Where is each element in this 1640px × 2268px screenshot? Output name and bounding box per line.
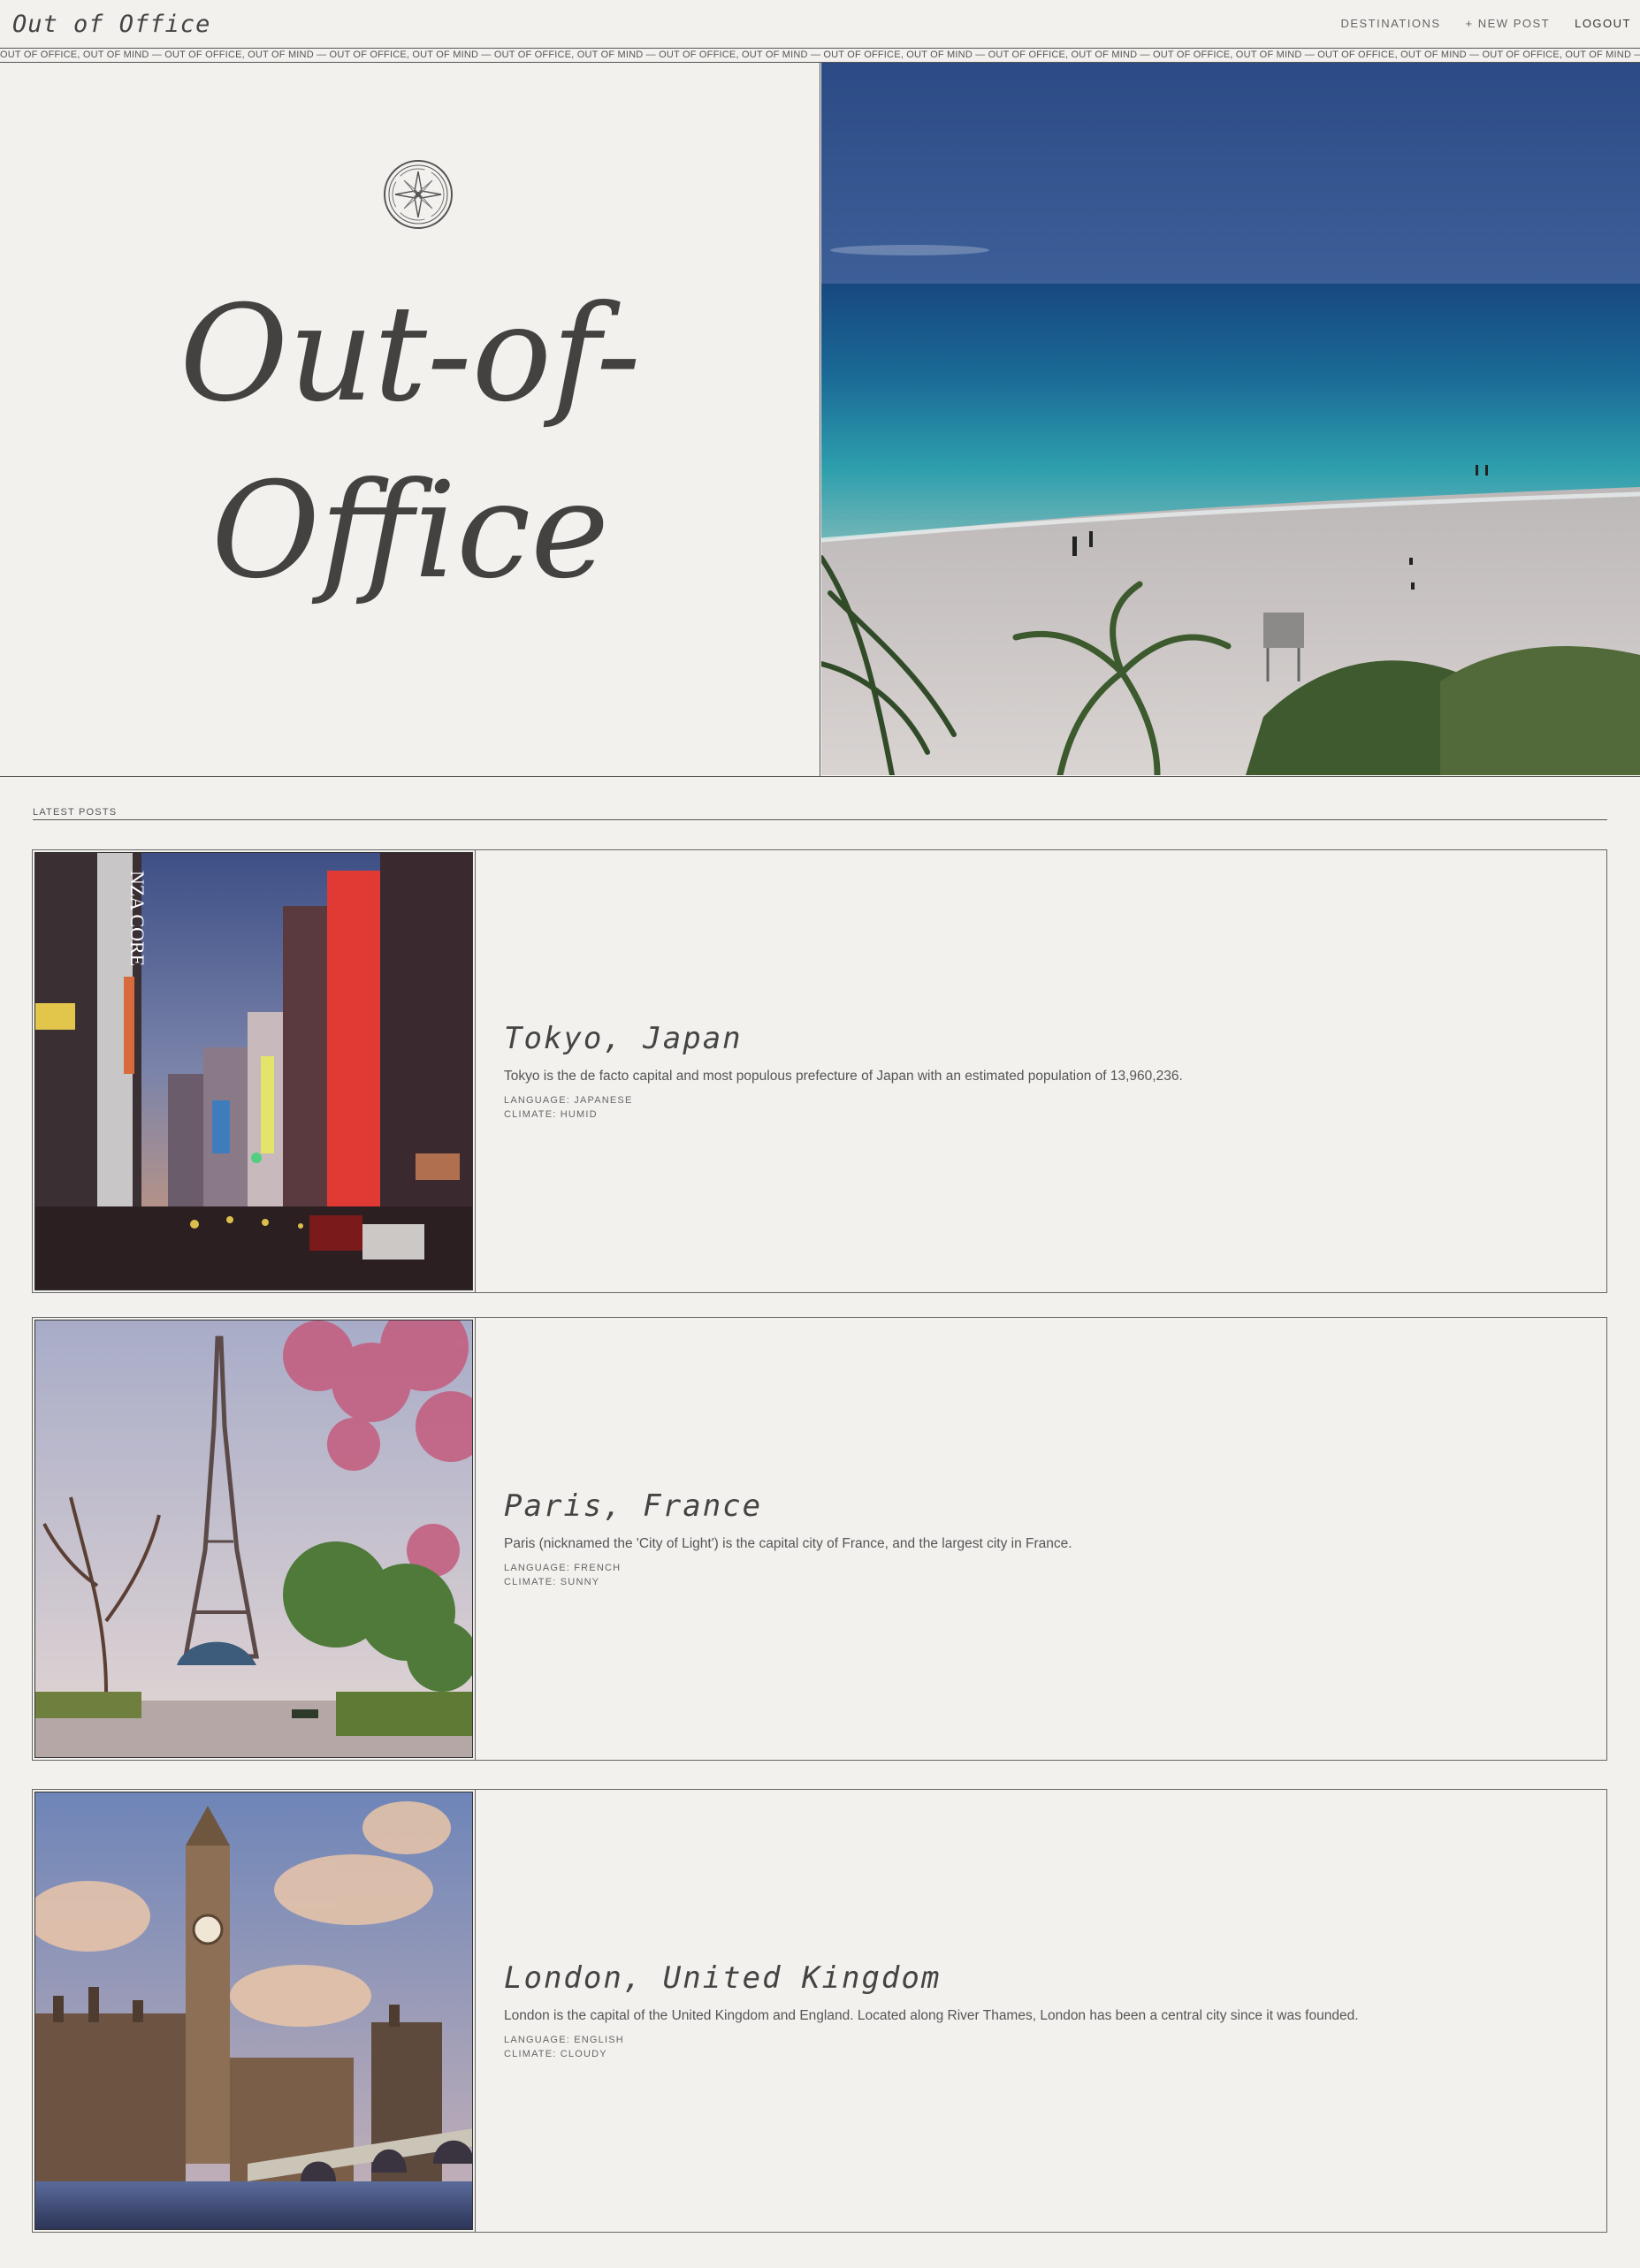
big-ben-photo — [34, 1792, 473, 2230]
post-title[interactable]: London, United Kingdom — [504, 1960, 1583, 1996]
post-meta: LANGUAGE: ENGLISH CLIMATE: CLOUDY — [504, 2033, 1583, 2061]
beach-photo — [821, 63, 1640, 775]
brand-logo[interactable]: Out of Office — [12, 11, 210, 38]
post-card-tokyo[interactable]: NZA CORE Tokyo, Japan Tokyo is the de fa… — [32, 849, 1607, 1293]
hero-title-line-1: Out-of- — [179, 278, 641, 431]
post-language: LANGUAGE: FRENCH — [504, 1563, 622, 1573]
post-language: LANGUAGE: JAPANESE — [504, 1095, 633, 1106]
post-climate: CLIMATE: CLOUDY — [504, 2049, 607, 2059]
hero-title-line-2: Office — [211, 454, 609, 608]
post-card-body: Paris, France Paris (nicknamed the 'City… — [504, 1318, 1583, 1760]
card-divider — [475, 1318, 476, 1760]
post-description: London is the capital of the United King… — [504, 2008, 1359, 2023]
top-navbar: Out of Office DESTINATIONS + NEW POST LO… — [0, 0, 1640, 48]
card-divider — [475, 1790, 476, 2232]
post-climate: CLIMATE: SUNNY — [504, 1577, 600, 1587]
latest-posts-label: LATEST POSTS — [33, 807, 118, 818]
nav-logout-link[interactable]: LOGOUT — [1575, 17, 1631, 30]
post-card-body: Tokyo, Japan Tokyo is the de facto capit… — [504, 850, 1583, 1292]
eiffel-tower-photo — [34, 1320, 473, 1758]
post-description: Tokyo is the de facto capital and most p… — [504, 1069, 1183, 1084]
post-climate: CLIMATE: HUMID — [504, 1109, 598, 1120]
post-title[interactable]: Tokyo, Japan — [504, 1021, 1583, 1056]
hero-title: Out-of- Office — [0, 266, 820, 620]
svg-text:NZA CORE: NZA CORE — [126, 871, 149, 966]
post-card-london[interactable]: London, United Kingdom London is the cap… — [32, 1789, 1607, 2233]
post-meta: LANGUAGE: JAPANESE CLIMATE: HUMID — [504, 1093, 1583, 1122]
nav-destinations-link[interactable]: DESTINATIONS — [1340, 17, 1440, 30]
card-divider — [475, 850, 476, 1292]
marquee-text: OUT OF OFFICE, OUT OF MIND — OUT OF OFFI… — [0, 49, 1640, 60]
tokyo-street-photo: NZA CORE — [34, 852, 473, 1290]
post-meta: LANGUAGE: FRENCH CLIMATE: SUNNY — [504, 1561, 1583, 1589]
post-description: Paris (nicknamed the 'City of Light') is… — [504, 1536, 1072, 1551]
nav-links: DESTINATIONS + NEW POST LOGOUT — [1340, 17, 1631, 30]
post-card-paris[interactable]: Paris, France Paris (nicknamed the 'City… — [32, 1317, 1607, 1761]
hero-section: Out-of- Office — [0, 63, 1640, 777]
post-language: LANGUAGE: ENGLISH — [504, 2035, 624, 2045]
marquee-banner: OUT OF OFFICE, OUT OF MIND — OUT OF OFFI… — [0, 48, 1640, 63]
hero-title-panel: Out-of- Office — [0, 63, 820, 776]
section-divider — [33, 819, 1607, 820]
nav-new-post-link[interactable]: + NEW POST — [1466, 17, 1551, 30]
post-title[interactable]: Paris, France — [504, 1488, 1583, 1524]
compass-icon — [384, 160, 453, 229]
post-card-body: London, United Kingdom London is the cap… — [504, 1790, 1583, 2232]
